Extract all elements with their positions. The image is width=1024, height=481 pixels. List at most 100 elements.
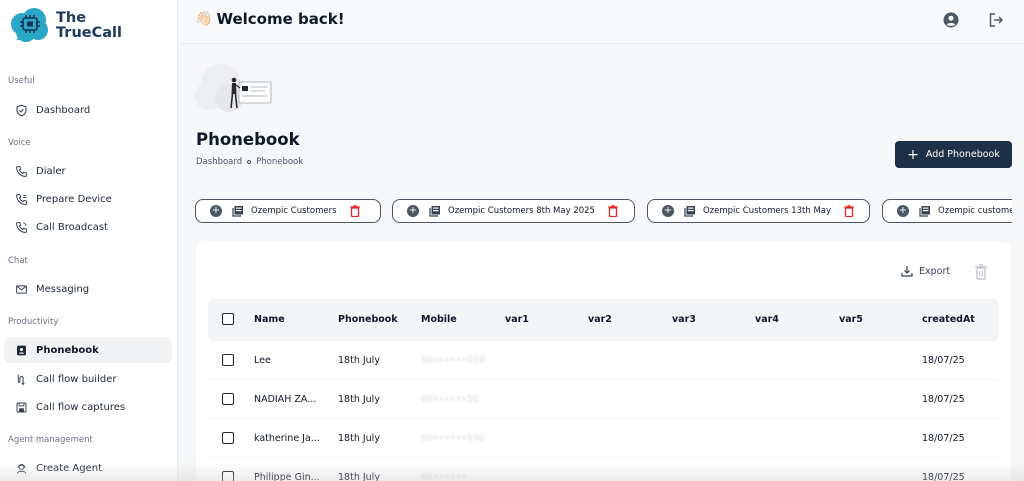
add-circle-icon[interactable]: +: [210, 205, 222, 217]
trash-icon[interactable]: [607, 205, 619, 217]
add-phonebook-button[interactable]: + Add Phonebook: [895, 141, 1012, 168]
cell-name: NADIAH ZA...: [254, 394, 317, 405]
sidebar-item-phonebook[interactable]: Phonebook: [4, 337, 172, 363]
waving-hand-icon: 👋🏻: [195, 11, 213, 27]
add-circle-icon[interactable]: +: [897, 205, 909, 217]
cell-name: katherine Ja...: [254, 433, 320, 444]
sidebar-item-label: Call flow captures: [36, 401, 126, 413]
app-name-line1: The: [56, 10, 87, 26]
shield-check-icon: [14, 103, 28, 117]
phonebook-chip-list: + Ozempic Customers + Ozempic Customers …: [195, 199, 1012, 223]
sidebar-item-label: Messaging: [36, 283, 90, 295]
book-icon: [232, 205, 244, 217]
phonebook-chip-label: Ozempic Customers 8th May 2025: [448, 206, 595, 216]
flow-icon: [14, 372, 28, 386]
table-header: Name Phonebook Mobile var1 var2 var3 var…: [208, 299, 999, 341]
sidebar-item-dashboard[interactable]: Dashboard: [4, 97, 172, 123]
section-title-agent-management: Agent management: [8, 435, 93, 445]
sidebar-item-prepare-device[interactable]: Prepare Device: [4, 186, 172, 212]
top-bar: 👋🏻 Welcome back!: [179, 0, 1024, 44]
section-title-productivity: Productivity: [8, 317, 59, 327]
delete-selected-icon[interactable]: [974, 264, 988, 280]
row-checkbox[interactable]: [222, 354, 234, 366]
book-icon: [429, 205, 441, 217]
column-header-var4[interactable]: var4: [755, 314, 779, 325]
row-checkbox[interactable]: [222, 471, 234, 481]
sidebar-item-call-flow-builder[interactable]: Call flow builder: [4, 366, 172, 392]
cell-mobile: 60••••••50: [421, 394, 479, 405]
book-icon: [919, 205, 931, 217]
welcome-text: Welcome back!: [216, 10, 345, 28]
phone-broadcast-icon: [14, 220, 28, 234]
table-row[interactable]: katherine Ja... 18th July 60••••••930 18…: [208, 419, 999, 458]
cell-created-at: 18/07/25: [922, 433, 965, 444]
cell-created-at: 18/07/25: [922, 472, 965, 481]
phonebook-chip-label: Ozempic customer: [938, 206, 1012, 216]
plus-icon: +: [907, 146, 919, 163]
phone-icon: [14, 164, 28, 178]
app-name-line2: TrueCall: [56, 25, 122, 41]
add-circle-icon[interactable]: +: [407, 205, 419, 217]
table-row[interactable]: Philippe Gin... 18th July 65•••••• 18/07…: [208, 458, 999, 481]
column-header-created-at[interactable]: createdAt: [922, 314, 975, 325]
sidebar-item-label: Call Broadcast: [36, 221, 108, 233]
column-header-var5[interactable]: var5: [839, 314, 863, 325]
user-account-icon[interactable]: [941, 10, 961, 30]
column-header-var3[interactable]: var3: [672, 314, 696, 325]
cell-created-at: 18/07/25: [922, 355, 965, 366]
cell-phonebook: 18th July: [338, 433, 380, 444]
select-all-checkbox[interactable]: [222, 313, 234, 325]
logout-icon[interactable]: [986, 10, 1006, 30]
save-icon: [14, 400, 28, 414]
cell-mobile: 65••••••: [421, 472, 467, 481]
sidebar: The TrueCall Useful Dashboard Voice Dial…: [0, 0, 178, 481]
sidebar-item-label: Phonebook: [36, 344, 99, 356]
app-logo[interactable]: The TrueCall: [8, 6, 173, 46]
sidebar-item-messaging[interactable]: Messaging: [4, 276, 172, 302]
row-checkbox[interactable]: [222, 393, 234, 405]
cell-phonebook: 18th July: [338, 355, 380, 366]
cell-phonebook: 18th July: [338, 394, 380, 405]
phonebook-chip[interactable]: + Ozempic Customers 13th May: [647, 199, 870, 223]
sidebar-item-dialer[interactable]: Dialer: [4, 158, 172, 184]
sidebar-item-call-flow-captures[interactable]: Call flow captures: [4, 394, 172, 420]
column-header-var2[interactable]: var2: [588, 314, 612, 325]
sidebar-item-label: Create Agent: [36, 462, 103, 474]
sidebar-item-call-broadcast[interactable]: Call Broadcast: [4, 214, 172, 240]
sidebar-item-label: Dialer: [36, 165, 66, 177]
phonebook-illustration: [195, 58, 275, 114]
column-header-name[interactable]: Name: [254, 314, 285, 325]
breadcrumb-dashboard[interactable]: Dashboard: [196, 157, 242, 167]
contact-book-icon: [14, 343, 28, 357]
section-title-chat: Chat: [8, 256, 28, 266]
page-title: Phonebook: [196, 130, 300, 149]
cell-phonebook: 18th July: [338, 472, 380, 481]
column-header-mobile[interactable]: Mobile: [421, 314, 457, 325]
trash-icon[interactable]: [349, 205, 361, 217]
add-phonebook-label: Add Phonebook: [925, 149, 1000, 160]
download-icon: [901, 266, 913, 277]
sidebar-item-label: Prepare Device: [36, 193, 112, 205]
phonebook-chip[interactable]: + Ozempic Customers 8th May 2025: [392, 199, 635, 223]
sidebar-item-label: Call flow builder: [36, 373, 117, 385]
table-row[interactable]: Lee 18th July 60••••••019 18/07/25: [208, 341, 999, 380]
phone-settings-icon: [14, 192, 28, 206]
section-title-voice: Voice: [8, 138, 31, 148]
add-circle-icon[interactable]: +: [662, 205, 674, 217]
column-header-var1[interactable]: var1: [505, 314, 529, 325]
cell-mobile: 60••••••019: [421, 355, 485, 366]
table-row[interactable]: NADIAH ZA... 18th July 60••••••50 18/07/…: [208, 380, 999, 419]
column-header-phonebook[interactable]: Phonebook: [338, 314, 398, 325]
phonebook-chip[interactable]: + Ozempic Customers: [195, 199, 381, 223]
cell-name: Lee: [254, 355, 271, 366]
export-button[interactable]: Export: [901, 265, 950, 277]
row-checkbox[interactable]: [222, 432, 234, 444]
breadcrumb-current: Phonebook: [256, 157, 304, 167]
phonebook-chip[interactable]: + Ozempic customer: [882, 199, 1012, 223]
trash-icon[interactable]: [843, 205, 855, 217]
book-icon: [684, 205, 696, 217]
cell-created-at: 18/07/25: [922, 394, 965, 405]
agent-icon: [14, 461, 28, 475]
section-title-useful: Useful: [8, 76, 35, 86]
sidebar-item-create-agent[interactable]: Create Agent: [4, 455, 172, 481]
